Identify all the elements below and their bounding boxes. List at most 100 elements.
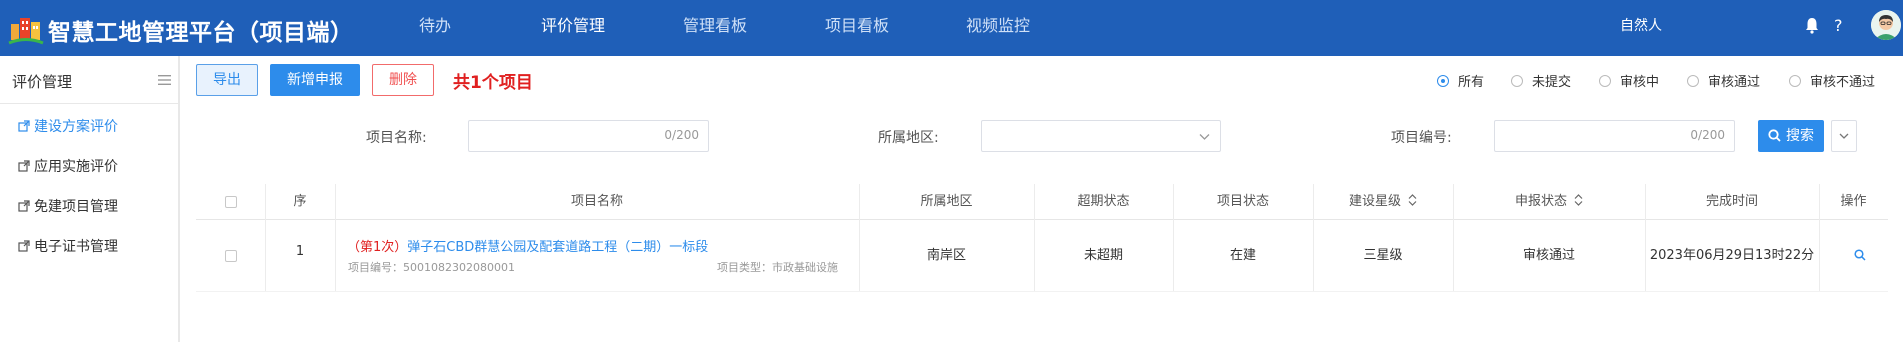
column-divider [1819, 184, 1820, 291]
row-checkbox[interactable] [225, 250, 237, 262]
col-star-level[interactable]: 建设星级 [1313, 184, 1453, 220]
sidebar-title: 评价管理 [12, 73, 73, 91]
radio-dot [1599, 75, 1611, 87]
sidebar-item-label: 电子证书管理 [34, 239, 118, 255]
column-divider [1034, 184, 1035, 291]
sidebar: 评价管理 建设方案评价 应用实施评价 免建项目管理 电子证书管理 [0, 56, 180, 342]
col-report-status-label: 申报状态 [1514, 194, 1567, 209]
avatar[interactable] [1871, 10, 1901, 40]
row-overdue: 未超期 [1083, 248, 1123, 263]
col-region: 所属地区 [920, 194, 973, 209]
column-divider [265, 184, 266, 291]
sidebar-item-exempt-projects[interactable]: 免建项目管理 [18, 196, 118, 216]
col-overdue: 超期状态 [1077, 194, 1130, 209]
radio-label: 审核中 [1620, 75, 1660, 90]
filter-radio-not-submitted[interactable]: 未提交 [1511, 71, 1571, 90]
delete-button[interactable]: 删除 [372, 64, 434, 96]
column-divider [859, 184, 860, 291]
construction-logo-icon [8, 18, 44, 45]
radio-label: 所有 [1458, 75, 1485, 90]
project-code-label: 项目编号: [1391, 130, 1452, 146]
row-finish-time: 2023年06月29日13时22分 [1649, 248, 1815, 263]
col-report-status[interactable]: 申报状态 [1453, 184, 1645, 220]
project-name-input[interactable]: 0/200 [468, 120, 709, 152]
filter-radio-reviewing[interactable]: 审核中 [1599, 71, 1659, 90]
radio-label: 审核不通过 [1810, 75, 1876, 90]
search-button[interactable]: 搜索 [1758, 120, 1824, 152]
search-icon [1768, 129, 1781, 142]
project-name-link[interactable]: （第1次）弹子石CBD群慧公园及配套道路工程（二期）一标段 [347, 236, 708, 255]
row-report-status: 审核通过 [1522, 248, 1575, 263]
project-type: 项目类型：市政基础设施 [717, 261, 838, 274]
chevron-down-icon [1839, 133, 1849, 139]
add-report-button[interactable]: 新增申报 [270, 64, 360, 96]
table-header: 序 项目名称 所属地区 超期状态 项目状态 建设星级 申报状态 完成时间 操作 [196, 184, 1888, 220]
sort-icon [1408, 194, 1417, 206]
menu-collapse-icon[interactable] [158, 75, 171, 85]
nav-todo[interactable]: 待办 [419, 0, 451, 56]
sidebar-header: 评价管理 [0, 56, 180, 104]
sidebar-item-label: 应用实施评价 [34, 159, 118, 175]
link-icon [18, 200, 30, 212]
row-region: 南岸区 [926, 248, 966, 263]
radio-label: 审核通过 [1708, 75, 1761, 90]
radio-label: 未提交 [1532, 75, 1572, 90]
row-project-status: 在建 [1229, 248, 1256, 263]
filter-radio-all[interactable]: 所有 [1437, 71, 1484, 90]
col-index: 序 [293, 194, 307, 209]
project-count: 共1个项目 [453, 73, 533, 93]
nav-management-board[interactable]: 管理看板 [683, 0, 747, 56]
row-divider [196, 291, 1888, 292]
project-name-label: 项目名称: [366, 130, 427, 146]
column-divider [1173, 184, 1174, 291]
app-title: 智慧工地管理平台（项目端） [48, 20, 354, 46]
column-divider [1453, 184, 1454, 291]
nav-video-monitor[interactable]: 视频监控 [966, 0, 1030, 56]
report-times: （第1次） [347, 240, 408, 255]
column-divider [1313, 184, 1314, 291]
chevron-down-icon [1199, 134, 1210, 140]
radio-dot [1789, 75, 1801, 87]
filter-radio-rejected[interactable]: 审核不通过 [1789, 71, 1875, 90]
project-name-text: 弹子石CBD群慧公园及配套道路工程（二期）一标段 [407, 240, 709, 255]
col-star-level-label: 建设星级 [1348, 194, 1401, 209]
sidebar-item-construction-plan[interactable]: 建设方案评价 [18, 116, 118, 136]
top-navbar: 智慧工地管理平台（项目端） 待办 评价管理 管理看板 项目看板 视频监控 自然人… [0, 0, 1903, 56]
col-actions: 操作 [1840, 194, 1867, 209]
column-divider [335, 184, 336, 291]
col-finish-time: 完成时间 [1705, 194, 1758, 209]
nav-project-board[interactable]: 项目看板 [825, 0, 889, 56]
project-code-counter: 0/200 [1690, 128, 1725, 142]
help-icon[interactable]: ? [1834, 0, 1843, 52]
sidebar-item-label: 建设方案评价 [34, 119, 118, 135]
nav-evaluation[interactable]: 评价管理 [541, 0, 605, 56]
row-star-level: 三星级 [1363, 248, 1403, 263]
bell-icon[interactable] [1804, 17, 1820, 34]
sort-icon [1574, 194, 1583, 206]
radio-dot [1687, 75, 1699, 87]
link-icon [18, 240, 30, 252]
search-button-label: 搜索 [1786, 128, 1814, 144]
select-all-checkbox[interactable] [225, 196, 237, 208]
user-name[interactable]: 自然人 [1620, 0, 1662, 52]
link-icon [18, 160, 30, 172]
sidebar-item-e-certificates[interactable]: 电子证书管理 [18, 236, 118, 256]
radio-dot [1511, 75, 1523, 87]
sidebar-item-application[interactable]: 应用实施评价 [18, 156, 118, 176]
region-label: 所属地区: [878, 130, 939, 146]
project-code-input[interactable]: 0/200 [1494, 120, 1735, 152]
sidebar-item-label: 免建项目管理 [34, 199, 118, 215]
view-detail-search-icon[interactable] [1854, 249, 1866, 261]
radio-dot [1437, 75, 1449, 87]
project-code: 项目编号：5001082302080001 [348, 261, 515, 274]
link-icon [18, 120, 30, 132]
export-button[interactable]: 导出 [196, 64, 258, 96]
row-index: 1 [295, 244, 305, 259]
region-select[interactable] [981, 120, 1221, 152]
col-project-name: 项目名称 [570, 194, 623, 209]
column-divider [1645, 184, 1646, 291]
project-name-counter: 0/200 [664, 128, 699, 142]
expand-filters-button[interactable] [1831, 120, 1857, 152]
col-project-status: 项目状态 [1216, 194, 1269, 209]
filter-radio-approved[interactable]: 审核通过 [1687, 71, 1760, 90]
